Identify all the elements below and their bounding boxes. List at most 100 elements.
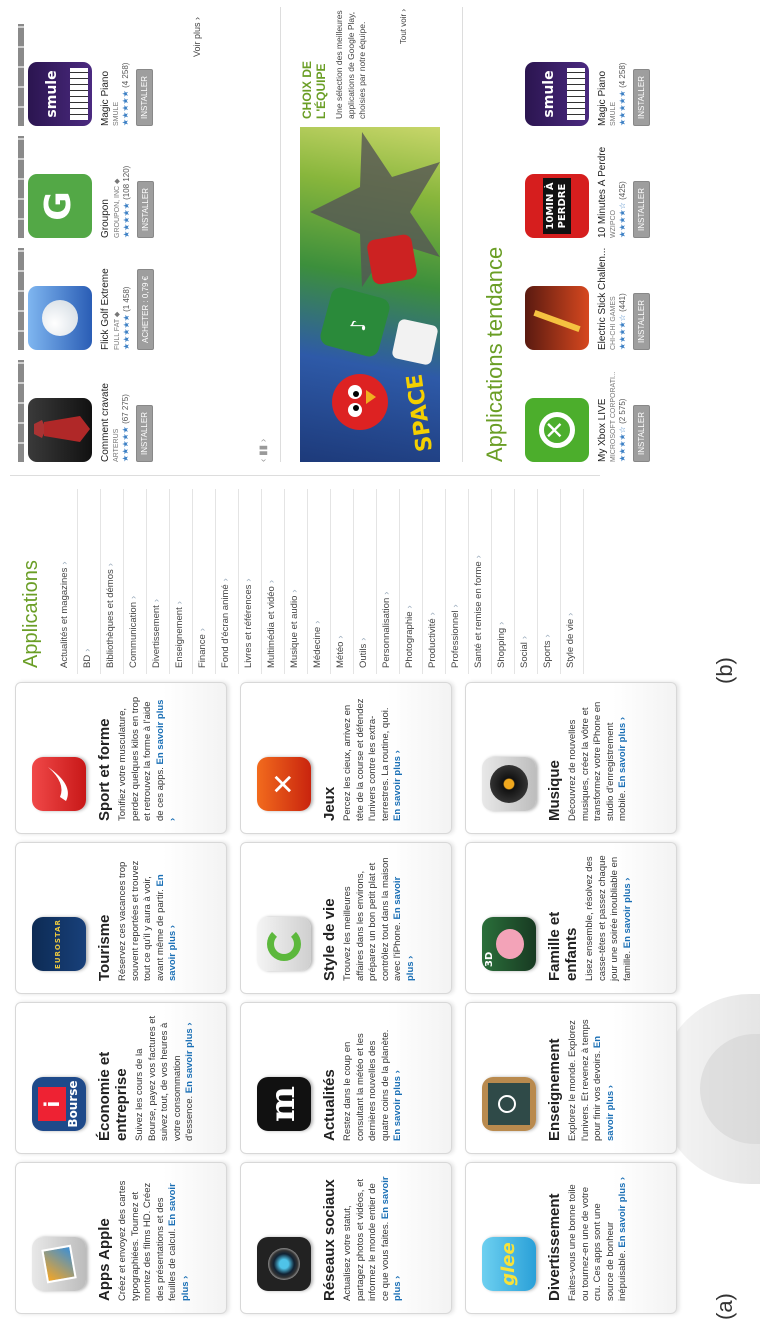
voir-plus-link[interactable]: Voir plus › (192, 17, 202, 57)
chevron-right-icon: › (82, 648, 93, 652)
category-card[interactable]: Style de vie Trouvez les meilleures affai… (240, 842, 452, 994)
sidebar-item[interactable]: Médecine› (308, 489, 331, 674)
category-card[interactable]: Réseaux sociaux Actualisez votre statut, … (240, 1162, 452, 1314)
category-desc: Actualisez votre statut, partagez photos… (342, 1176, 403, 1301)
sidebar-item[interactable]: Livres et références› (239, 489, 262, 674)
app-rating: ★★★★★ (4 258) (618, 62, 627, 126)
category-title: Enseignement (546, 1038, 563, 1141)
app-card[interactable]: G Groupon GROUPON, INC ◆ ★★★★★ (108 120) INS… (18, 136, 154, 238)
sidebar-item[interactable]: Santé et remise en forme› (469, 489, 492, 674)
section-divider-2 (462, 7, 463, 462)
category-card[interactable]: Musique Découvrez de nouvelles musiques, … (465, 682, 677, 834)
sidebar-item[interactable]: Communication› (124, 489, 147, 674)
sidebar-item[interactable]: Actualités et magazines› (55, 489, 78, 674)
app-name: Flick Golf Extreme (100, 268, 111, 350)
category-card[interactable]: glee Divertissement Faites-vous une bonne … (465, 1162, 677, 1314)
chevron-right-icon: › (542, 634, 553, 638)
smule-piano-icon: smule (28, 62, 92, 126)
sidebar-item[interactable]: Météo› (331, 489, 354, 674)
tout-voir-link[interactable]: Tout voir › (399, 9, 408, 119)
category-desc: Réservez ces vacances trop souvent repor… (117, 860, 178, 981)
sidebar-item[interactable]: Photographie› (400, 489, 423, 674)
chevron-right-icon: › (312, 620, 323, 624)
install-button[interactable]: INSTALLER (633, 293, 650, 350)
screenshot-strip (18, 136, 24, 238)
en-savoir-plus-link[interactable]: En savoir plus › (392, 750, 403, 821)
install-button[interactable]: INSTALLER (633, 69, 650, 126)
sidebar-item[interactable]: Bibliothèques et démos› (101, 489, 124, 674)
sidebar-list: Actualités et magazines› BD› Bibliothèques… (55, 489, 584, 674)
sidebar-item[interactable]: Professionnel› (446, 489, 469, 674)
sidebar-item[interactable]: Finance› (193, 489, 216, 674)
app-card[interactable]: smule Magic Piano SMULE ★★★★★ (4 258) INSTAL… (525, 24, 650, 126)
sidebar-item[interactable]: Outils› (354, 489, 377, 674)
featured-banner[interactable]: ♪ SPACE (300, 127, 440, 462)
svg-text:♪: ♪ (346, 319, 370, 332)
chevron-right-icon: › (358, 637, 369, 641)
carousel-pager[interactable]: ‹ ▮▮ › (258, 439, 269, 462)
install-button[interactable]: INSTALLER (633, 405, 650, 462)
sidebar-item[interactable]: BD› (78, 489, 101, 674)
install-button[interactable]: INSTALLER (137, 181, 154, 238)
sidebar-item[interactable]: Social› (515, 489, 538, 674)
screenshot-strip (18, 248, 24, 350)
sidebar-item[interactable]: Personnalisation› (377, 489, 400, 674)
stick-fight-icon (525, 286, 589, 350)
app-card[interactable]: smule Magic Piano SMULE ★★★★★ (4 258) INSTAL… (18, 24, 153, 126)
category-desc: Découvrez de nouvelles musiques, créez l… (567, 701, 628, 821)
category-title: Jeux (321, 786, 338, 821)
app-rating: ★★★★★ (67 275) (121, 394, 130, 462)
category-card[interactable]: m Actualités Restez dans le coup en consul… (240, 1002, 452, 1154)
category-card[interactable]: ✕ Jeux Percez les cieux, arrivez en tête d… (240, 682, 452, 834)
category-card[interactable]: i Bourse Économie et entreprise Suivez les … (15, 1002, 227, 1154)
sidebar-item[interactable]: Multimédia et vidéo› (262, 489, 285, 674)
category-title: Économie et entreprise (96, 1051, 130, 1141)
editors-choice-desc: Une sélection des meilleures application… (334, 10, 367, 119)
section-divider-1 (280, 7, 281, 462)
sidebar-item[interactable]: Fond d'écran animé› (216, 489, 239, 674)
install-button[interactable]: INSTALLER (136, 405, 153, 462)
chevron-right-icon: › (450, 604, 461, 608)
category-title: Apps Apple (96, 1218, 113, 1301)
en-savoir-plus-link[interactable]: En savoir plus › (392, 1070, 403, 1141)
app-store-categories-panel: Apps Apple Créez et envoyez des cartes ty… (15, 674, 695, 1314)
chevron-right-icon: › (427, 612, 438, 616)
category-desc: Percez les cieux, arrivez en tête de la … (342, 698, 403, 821)
category-title: Actualités (321, 1069, 338, 1141)
banner-art: ♪ SPACE (310, 132, 440, 453)
sidebar-item[interactable]: Divertissement› (147, 489, 170, 674)
app-card[interactable]: ✕ My Xbox LIVE MICROSOFT CORPORATI... ★★★★☆… (525, 360, 650, 462)
en-savoir-plus-link[interactable]: En savoir plus › (622, 878, 633, 949)
category-card[interactable]: Apps Apple Créez et envoyez des cartes ty… (15, 1162, 227, 1314)
en-savoir-plus-link[interactable]: En savoir plus › (617, 717, 628, 788)
category-card[interactable]: Enseignement Explorez le monde. Explorez … (465, 1002, 677, 1154)
app-card[interactable]: Flick Golf Extreme FULL FAT ◆ ★★★★★ (1 458… (18, 248, 154, 350)
smule-piano-icon: smule (525, 62, 589, 126)
app-developer: CHI-CHI GAMES (610, 296, 617, 350)
sidebar-item[interactable]: Shopping› (492, 489, 515, 674)
camera-lens-icon (257, 1237, 311, 1291)
category-card[interactable]: EUROSTAR Tourisme Réservez ces vacances tr… (15, 842, 227, 994)
category-card[interactable]: 3D Famille et enfants Lisez ensemble, réso… (465, 842, 677, 994)
install-button[interactable]: INSTALLER (633, 181, 650, 238)
app-card[interactable]: Electric Stick Challen... CHI-CHI GAMES ★★… (525, 248, 650, 350)
install-button[interactable]: INSTALLER (136, 69, 153, 126)
sidebar-item[interactable]: Musique et audio› (285, 489, 308, 674)
sidebar-item[interactable]: Sports› (538, 489, 561, 674)
en-savoir-plus-link[interactable]: En savoir plus › (184, 1022, 195, 1093)
en-savoir-plus-link[interactable]: En savoir plus › (617, 1177, 628, 1248)
install-button[interactable]: ACHETER : 0,79 € (137, 268, 154, 350)
sidebar-item[interactable]: Enseignement› (170, 489, 193, 674)
category-title: Réseaux sociaux (321, 1179, 338, 1301)
app-card[interactable]: 10MIN À PERDRE 10 Minutes À Perdre WZIPCO ★… (525, 136, 650, 238)
app-card[interactable]: Comment cravate ARTERUS ★★★★★ (67 275) INST… (18, 360, 153, 462)
sidebar-item[interactable]: Style de vie› (561, 489, 584, 674)
ten-minutes-icon: 10MIN À PERDRE (525, 174, 589, 238)
chevron-right-icon: › (105, 563, 116, 567)
sidebar-item[interactable]: Productivité› (423, 489, 446, 674)
category-card[interactable]: Sport et forme Tonifiez votre musculature… (15, 682, 227, 834)
category-desc: Suivez les cours de la Bourse, payez vos… (134, 1015, 195, 1141)
app-name: Groupon (100, 199, 111, 238)
category-title: Divertissement (546, 1193, 563, 1301)
screenshot-strip (18, 360, 24, 462)
